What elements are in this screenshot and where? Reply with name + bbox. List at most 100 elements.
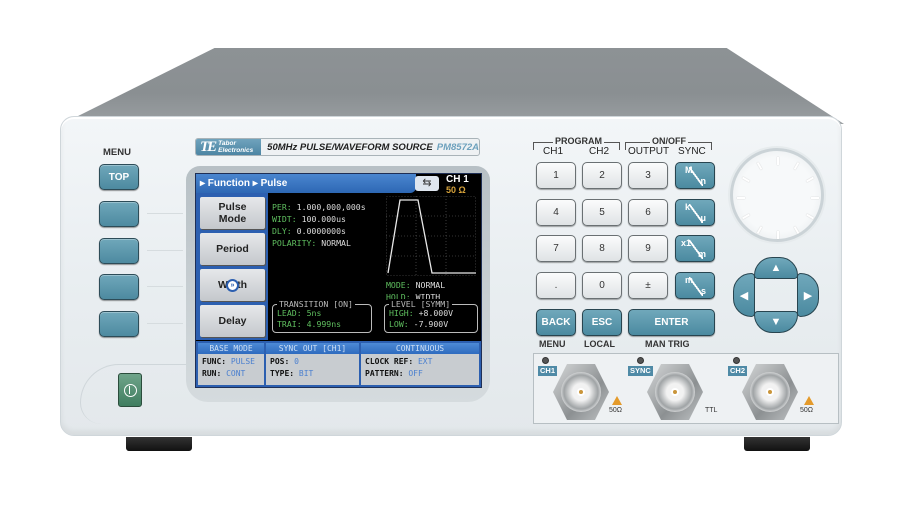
mode-line: MODE: NORMAL [386,279,445,291]
softkey-pulse-mode[interactable]: Pulse Mode [200,197,265,229]
status-title: CONTINUOUS [361,343,479,354]
menu-label: MENU [103,147,131,158]
key-0[interactable]: 0 [582,272,622,299]
knob-tick [741,176,750,183]
softkey-delay[interactable]: Delay [200,305,265,337]
softkey-guide-line [147,250,183,251]
back-sub-label: MENU [539,339,566,349]
transition-title: TRANSITION [ON] [277,299,355,309]
top-button[interactable]: TOP [99,164,139,190]
unit-key-x1-milli[interactable]: x1 m [675,235,715,262]
unit-bottom: n [700,176,707,186]
key-decimal[interactable]: . [536,272,576,299]
ch2-impedance-label: 50Ω [800,407,814,414]
power-button[interactable] [118,373,142,407]
param-label: DLY: [272,226,292,236]
esc-button[interactable]: ESC [582,309,622,336]
ch2-output-tag: CH2 [728,366,748,376]
usb-icon: ⇆ [415,176,439,191]
level-group: LEVEL [SYMM] HIGH: +8.000V LOW: -7.900V [384,299,478,333]
param-value: 0.0000000s [291,226,346,236]
ch1-led [542,357,549,364]
param-label: PER: [272,202,292,212]
knob-tick [737,197,745,199]
key-5[interactable]: 5 [582,199,622,226]
sync-level-label: TTL [705,407,718,414]
low-line: LOW: -7.900V [389,319,473,330]
arrow-right-icon: ▶ [803,289,813,302]
left-foot [126,437,192,451]
softkey-guide-line [147,323,183,324]
arrow-up-icon: ▲ [770,262,782,274]
ch2-program-label: CH2 [589,146,610,157]
pos-line: POS: 0 [270,356,355,368]
key-plus-minus[interactable]: ± [628,272,668,299]
param-delay: DLY: 0.0000000s [272,225,366,237]
param-period: PER: 1.000,000,000s [272,201,366,213]
arrow-left-icon: ◀ [739,289,749,302]
pos-value: 0 [289,357,299,366]
knob-tick [777,157,779,165]
status-body: CLOCK REF: EXT PATTERN: OFF [361,354,479,382]
lcd-screen: ▸ Function ▸ Pulse ⇆ CH 1 50 Ω Pulse Mode… [195,173,482,388]
key-1[interactable]: 1 [536,162,576,189]
sync-label: SYNC [678,146,706,157]
pulse-parameters: PER: 1.000,000,000s WIDT: 100.000us DLY:… [272,201,366,249]
brand-line2: Electronics [218,147,254,154]
knob-tick [756,161,763,170]
param-value: 1.000,000,000s [291,202,366,212]
key-2[interactable]: 2 [582,162,622,189]
pattern-value: OFF [403,369,423,378]
pulse-generator-instrument: TE Tabor Electronics 50MHz PULSE/WAVEFORM… [0,0,900,513]
softkey-guide-line [147,286,183,287]
status-bar: BASE MODE FUNC: PULSE RUN: CONT SYNC OUT… [196,341,481,387]
key-8[interactable]: 8 [582,235,622,262]
key-7[interactable]: 7 [536,235,576,262]
device-title: 50MHz PULSE/WAVEFORM SOURCE PM8572A [261,142,479,153]
enter-button[interactable]: ENTER [628,309,715,336]
high-label: HIGH: [389,308,414,318]
waveform-trace [387,199,476,274]
brand-line1: Tabor [218,140,236,147]
status-title: BASE MODE [198,343,264,354]
knob-tick [793,161,800,170]
mode-value: NORMAL [410,280,446,290]
knob-tick [806,213,815,220]
key-3[interactable]: 3 [628,162,668,189]
back-button[interactable]: BACK [536,309,576,336]
channel-indicator: CH 1 50 Ω [446,175,469,196]
softkey-period[interactable]: Period [200,233,265,265]
trail-value: 4.999ns [301,319,342,329]
right-foot [744,437,810,451]
unit-key-mega-nano[interactable]: Mn [675,162,715,189]
instrument-top-cover [62,48,844,124]
softkey-button-2[interactable] [99,238,139,264]
knob-tick [806,176,815,183]
lead-line: LEAD: 5ns [277,308,367,319]
channel-impedance: 50 Ω [446,185,466,195]
arrow-up-button[interactable]: ▲ [754,257,798,279]
output-label: OUTPUT [628,146,670,157]
knob-tick [777,231,779,239]
status-body: POS: 0 TYPE: BIT [266,354,359,382]
trail-line: TRAI: 4.999ns [277,319,367,330]
sync-output-tag: SYNC [628,366,653,376]
param-label: POLARITY: [272,238,317,248]
key-6[interactable]: 6 [628,199,668,226]
pulse-waveform-preview [386,196,476,276]
softkey-button-1[interactable] [99,201,139,227]
knob-tick [811,197,819,199]
key-4[interactable]: 4 [536,199,576,226]
unit-key-milli-sec[interactable]: ms [675,272,715,299]
unit-key-kilo-micro[interactable]: kμ [675,199,715,226]
type-line: TYPE: BIT [270,368,355,380]
type-value: BIT [294,369,314,378]
high-value: +8.000V [413,308,454,318]
pattern-line: PATTERN: OFF [365,368,475,380]
softkey-button-4[interactable] [99,311,139,337]
key-9[interactable]: 9 [628,235,668,262]
rotary-knob[interactable] [730,148,824,242]
arrow-left-button[interactable]: ◀ [733,273,755,317]
knob-tick [741,213,750,220]
softkey-button-3[interactable] [99,274,139,300]
